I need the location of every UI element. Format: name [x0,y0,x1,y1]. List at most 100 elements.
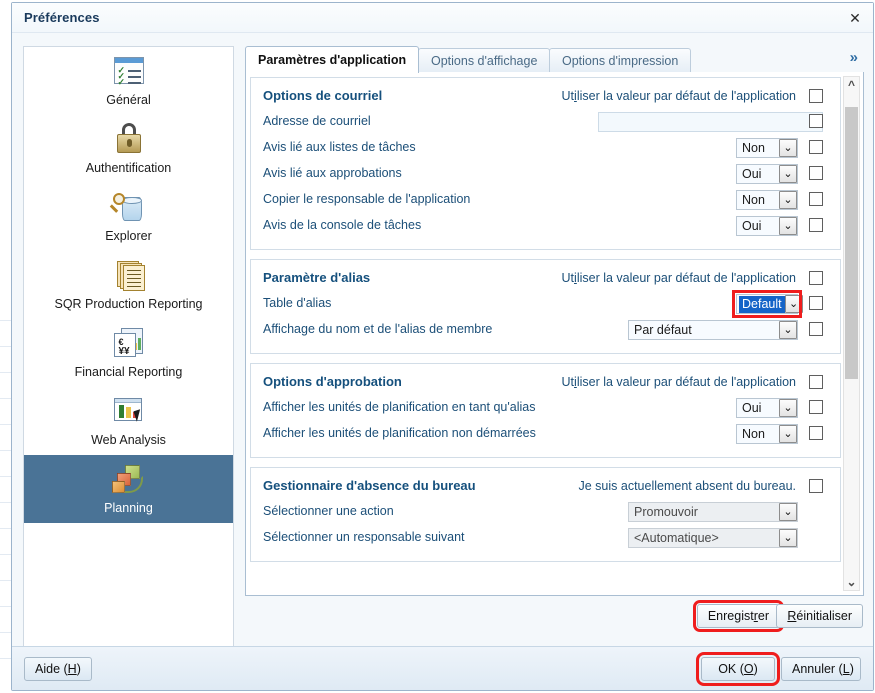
dialog-titlebar: Préférences ✕ [12,3,873,33]
category-nav-panel: ✓✓✓Général Authentification ExplorerSQR Pr… [23,46,234,659]
blocks-icon [109,462,149,498]
row-label: Copier le responsable de l'application [263,192,470,206]
row-default-checkbox[interactable] [809,426,823,440]
settings-row: Avis lié aux approbationsOui⌄ [261,162,830,188]
email-address-field[interactable] [598,112,823,132]
dropdown-avis-li-aux-listes-de-t-ches[interactable]: Non⌄ [736,138,798,158]
chevron-down-icon[interactable]: ⌄ [779,399,797,417]
group-default-checkbox[interactable] [809,375,823,389]
cancel-button[interactable]: Annuler (L) [781,657,861,681]
sidebar-item-financial-reporting[interactable]: ¥¥€Financial Reporting [24,319,233,387]
group-header: Gestionnaire d'absence du bureauJe suis … [261,476,830,498]
tab-label: Options d'impression [562,54,678,68]
settings-row: Sélectionner une action Promouvoir⌄ [261,500,830,526]
dialog-footer: Aide (H) OK (O) Annuler (L) [12,646,873,690]
settings-group: Options de courrielUtiliser la valeur pa… [250,77,841,250]
sidebar-item-web-analysis[interactable]: Web Analysis [24,387,233,455]
settings-group: Options d'approbation Utiliser la valeur … [250,363,841,458]
row-default-checkbox[interactable] [809,296,823,310]
dropdown-affichage-du-nom-et-de-l-alias-de-membre[interactable]: Par défaut⌄ [628,320,798,340]
row-label: Adresse de courriel [263,114,371,128]
chevron-down-icon[interactable]: ⌄ [779,321,797,339]
dropdown-s-lectionner-un-responsable-suivant[interactable]: <Automatique>⌄ [628,528,798,548]
chevron-down-icon[interactable]: ⌄ [785,295,803,313]
group-default-checkbox[interactable] [809,271,823,285]
sidebar-item-planning[interactable]: Planning [24,455,233,523]
row-default-checkbox[interactable] [809,166,823,180]
row-default-checkbox[interactable] [809,218,823,232]
group-default-label: Utiliser la valeur par défaut de l'appli… [562,375,796,389]
save-button[interactable]: Enregistrer [697,604,780,628]
padlock-icon [109,122,149,158]
sidebar-item-authentification[interactable]: Authentification [24,115,233,183]
group-title: Options d'approbation [263,374,402,389]
preferences-dialog: Préférences ✕ ✓✓✓Général Authentification… [11,2,874,691]
row-label: Table d'alias [263,296,331,310]
group-default-checkbox[interactable] [809,479,823,493]
settings-row: Avis lié aux listes de tâchesNon⌄ [261,136,830,162]
settings-row: Afficher les unités de planification en … [261,396,830,422]
chevron-down-icon[interactable]: ⌄ [779,191,797,209]
row-default-checkbox[interactable] [809,114,823,128]
row-default-checkbox[interactable] [809,140,823,154]
sidebar-item-label: Financial Reporting [24,365,233,379]
sidebar-item-label: Web Analysis [24,433,233,447]
group-title: Options de courriel [263,88,382,103]
dropdown-avis-de-la-console-de-t-ches[interactable]: Oui⌄ [736,216,798,236]
row-default-checkbox[interactable] [809,192,823,206]
vertical-scrollbar[interactable]: ^ ⌄ [843,76,860,591]
chevron-double-right-icon[interactable]: » [850,49,858,66]
tab-2[interactable]: Options d'affichage [418,48,550,72]
sidebar-item-label: Planning [24,501,233,515]
settings-row: Sélectionner un responsable suivant<Auto… [261,526,830,552]
settings-row: Avis de la console de tâchesOui⌄ [261,214,830,240]
dropdown-afficher-les-unit-s-de-planification-non-d-marr-es[interactable]: Non⌄ [736,424,798,444]
row-default-checkbox[interactable] [809,400,823,414]
tab-1[interactable]: Paramètres d'application [245,46,419,73]
group-header: Options de courrielUtiliser la valeur pa… [261,86,830,108]
tab-page: Options de courriel Utiliser la valeur pa… [245,72,864,596]
sidebar-item-sqr-production-reporting[interactable]: SQR Production Reporting [24,251,233,319]
group-default-checkbox[interactable] [809,89,823,103]
dropdown-value: Oui [737,399,779,417]
tab-label: Paramètres d'application [258,53,406,67]
chevron-down-icon[interactable]: ⌄ [779,139,797,157]
group-title: Paramètre d'alias [263,270,370,285]
row-default-checkbox[interactable] [809,322,823,336]
tab-strip: Paramètres d'application Options d'affich… [245,46,864,72]
bar-chart-cursor-icon [109,394,149,430]
dropdown-value: Oui [737,217,779,235]
chevron-down-icon[interactable]: ⌄ [779,165,797,183]
group-header: Options d'approbation Utiliser la valeur … [261,372,830,394]
dropdown-afficher-les-unit-s-de-planification-en-tant-qu-alias[interactable]: Oui⌄ [736,398,798,418]
sidebar-item-label: Authentification [24,161,233,175]
chevron-down-icon[interactable]: ⌄ [779,425,797,443]
dropdown-value: Oui [737,165,779,183]
dropdown-table-d-alias[interactable]: Default⌄ [736,294,798,314]
reset-button[interactable]: Réinitialiser [776,604,863,628]
scrollbar-thumb[interactable] [845,107,858,379]
database-search-icon [109,190,149,226]
help-button[interactable]: Aide (H) [24,657,92,681]
close-icon[interactable]: ✕ [845,8,865,28]
dropdown-copier-le-responsable-de-l-application[interactable]: Non⌄ [736,190,798,210]
dialog-title: Préférences [24,10,100,25]
dropdown-s-lectionner-une-action[interactable]: Promouvoir⌄ [628,502,798,522]
row-label: Afficher les unités de planification non… [263,426,536,440]
dropdown-value: Non [737,425,779,443]
save-reset-row: Enregistrer Réinitialiser [245,602,864,630]
content-panel: Paramètres d'application Options d'affich… [245,46,864,659]
chevron-down-icon[interactable]: ⌄ [844,574,859,590]
tab-3[interactable]: Options d'impression [549,48,691,72]
chevron-up-icon[interactable]: ^ [844,77,859,93]
dropdown-avis-li-aux-approbations[interactable]: Oui⌄ [736,164,798,184]
chevron-down-icon[interactable]: ⌄ [779,529,797,547]
chevron-down-icon[interactable]: ⌄ [779,503,797,521]
row-label: Affichage du nom et de l'alias de membre [263,322,492,336]
group-title: Gestionnaire d'absence du bureau [263,478,476,493]
sidebar-item-explorer[interactable]: Explorer [24,183,233,251]
row-label: Sélectionner une action [263,504,394,518]
sidebar-item-g-n-ral[interactable]: ✓✓✓Général [24,47,233,115]
chevron-down-icon[interactable]: ⌄ [779,217,797,235]
ok-button[interactable]: OK (O) [701,657,775,681]
